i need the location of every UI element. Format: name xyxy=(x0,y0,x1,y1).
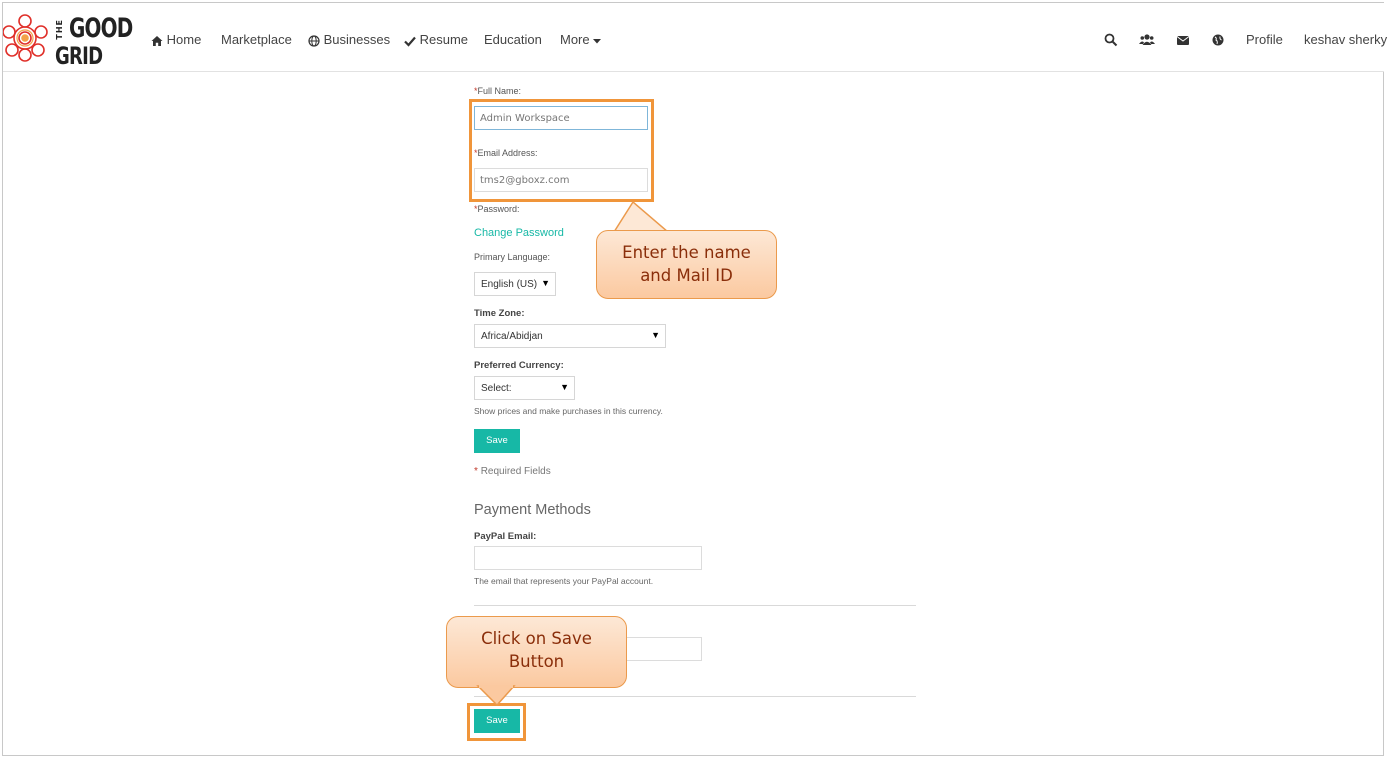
users-icon[interactable] xyxy=(1139,33,1155,47)
save-highlight-box xyxy=(467,703,526,741)
callout-pointer-top xyxy=(613,200,670,232)
logo-grid-text: GRID xyxy=(55,42,103,70)
nav-home-label: Home xyxy=(166,32,202,47)
home-icon xyxy=(151,35,163,46)
save-profile-button[interactable]: Save xyxy=(474,429,520,453)
nav-businesses-label: Businesses xyxy=(323,32,391,47)
select-caret-icon: ▼ xyxy=(560,382,569,392)
callout-line-2: Button xyxy=(508,652,565,671)
nav-home[interactable]: Home xyxy=(151,32,201,47)
currency-select[interactable]: Select: ▼ xyxy=(474,376,575,400)
envelope-icon[interactable] xyxy=(1176,33,1190,47)
primary-language-select[interactable]: English (US) ▼ xyxy=(474,272,556,296)
primary-language-value: English (US) xyxy=(481,279,538,290)
change-password-link[interactable]: Change Password xyxy=(474,227,564,239)
nav-education-label: Education xyxy=(484,32,542,47)
caret-down-icon xyxy=(593,38,602,44)
check-icon xyxy=(404,36,416,47)
paypal-email-label: PayPal Email: xyxy=(474,531,537,542)
good-grid-logo[interactable]: THE GOOD GRID xyxy=(3,7,138,70)
time-zone-value: Africa/Abidjan xyxy=(481,331,543,342)
nav-resume[interactable]: Resume xyxy=(404,32,468,47)
select-caret-icon: ▼ xyxy=(541,278,550,288)
callout-line-1: Enter the name xyxy=(622,243,751,262)
nav-businesses[interactable]: Businesses xyxy=(308,32,390,47)
required-fields-note: * Required Fields xyxy=(474,466,551,477)
currency-value: Select: xyxy=(481,383,512,394)
select-caret-icon: ▼ xyxy=(651,330,660,340)
section-divider xyxy=(474,605,916,606)
time-zone-select[interactable]: Africa/Abidjan ▼ xyxy=(474,324,666,348)
currency-label: Preferred Currency: xyxy=(474,360,564,371)
paypal-email-input[interactable] xyxy=(474,546,702,570)
top-navbar: THE GOOD GRID Home Marketplace Businesse… xyxy=(3,3,1387,72)
password-label: *Password: xyxy=(474,204,520,214)
nav-marketplace-label: Marketplace xyxy=(221,32,292,47)
globe-icon xyxy=(308,34,320,47)
time-zone-label: Time Zone: xyxy=(474,308,525,319)
full-name-label: *Full Name: xyxy=(474,86,522,96)
callout-line-1: Click on Save xyxy=(481,629,592,648)
paypal-help-text: The email that represents your PayPal ac… xyxy=(474,576,654,586)
globe-menu-icon[interactable] xyxy=(1211,33,1225,47)
nav-resume-label: Resume xyxy=(419,32,469,47)
nav-profile-label: Profile xyxy=(1246,32,1283,47)
payment-methods-heading: Payment Methods xyxy=(474,502,591,518)
section-divider xyxy=(474,696,916,697)
callout-line-2: and Mail ID xyxy=(640,266,733,285)
primary-language-label: Primary Language: xyxy=(474,252,551,262)
name-mail-highlight-box xyxy=(469,99,654,202)
currency-help-text: Show prices and make purchases in this c… xyxy=(474,406,663,416)
logo-good-text: GOOD xyxy=(69,13,133,44)
callout-click-save: Click on Save Button xyxy=(446,616,627,688)
callout-pointer-bottom xyxy=(476,685,516,707)
flower-logo-icon xyxy=(3,14,48,62)
nav-user-label: keshav sherky xyxy=(1304,32,1388,47)
nav-marketplace[interactable]: Marketplace xyxy=(221,32,292,47)
nav-more-dropdown[interactable]: More xyxy=(560,32,602,47)
callout-enter-name-mail: Enter the name and Mail ID xyxy=(596,230,777,299)
nav-user[interactable]: keshav sherky xyxy=(1304,32,1387,47)
nav-education[interactable]: Education xyxy=(484,32,542,47)
logo-the-text: THE xyxy=(55,19,64,40)
nav-more-label: More xyxy=(560,32,590,47)
nav-profile[interactable]: Profile xyxy=(1246,32,1283,47)
search-icon[interactable] xyxy=(1104,33,1118,47)
